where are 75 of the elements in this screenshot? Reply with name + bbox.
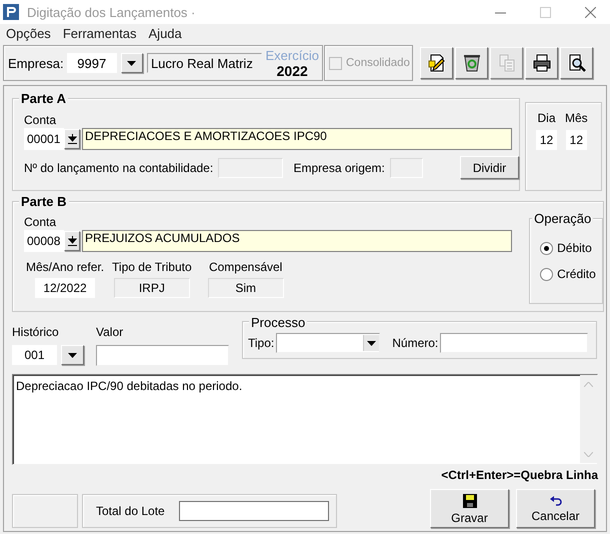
conta-label: Conta	[24, 113, 56, 127]
exercicio-label: Exercício	[265, 48, 319, 62]
lookup-button[interactable]	[64, 231, 80, 251]
dropdown-arrow-icon	[367, 340, 376, 346]
ref-field[interactable]: 12/2022	[35, 278, 96, 298]
total-label: Total do Lote	[96, 504, 165, 518]
parte-a-title: Parte A	[19, 91, 68, 106]
lookup-button[interactable]	[64, 129, 80, 149]
processo-title: Processo	[249, 315, 308, 330]
numero-field[interactable]	[440, 333, 588, 353]
tributo-field: IRPJ	[114, 278, 190, 298]
radio-label: Débito	[557, 241, 592, 255]
conta-code-field[interactable]: 00001	[24, 128, 64, 150]
empresa-origem-label: Empresa origem:	[294, 160, 385, 174]
empresa-origem-field[interactable]	[390, 158, 424, 178]
recycle-bin-icon	[462, 53, 482, 73]
dropdown-button[interactable]	[61, 345, 84, 365]
conta-code-field[interactable]: 00008	[24, 230, 64, 252]
mes-field[interactable]: 12	[566, 130, 587, 150]
toolbar-button[interactable]	[455, 47, 488, 79]
menu-item[interactable]: Opções	[6, 26, 51, 40]
copy-icon	[496, 53, 516, 73]
total-field[interactable]	[178, 501, 329, 521]
gravar-button[interactable]: Gravar	[430, 489, 509, 528]
conta-name-field: PREJUIZOS ACUMULADOS	[82, 230, 512, 252]
valor-label: Valor	[96, 325, 124, 339]
close-icon[interactable]	[585, 6, 596, 18]
empresa-name-field: Lucro Real Matriz	[146, 53, 262, 73]
menu-item[interactable]: Ajuda	[148, 26, 182, 40]
printer-icon	[532, 53, 552, 73]
window-title: Digitação dos Lançamentos ·	[27, 4, 196, 20]
numero-label: Número:	[392, 336, 438, 350]
toolbar-button[interactable]	[420, 47, 453, 79]
historico-text: Depreciacao IPC/90 debitadas no periodo.	[15, 378, 244, 393]
dividir-button[interactable]: Dividir	[460, 156, 519, 179]
historico-label: Histórico	[12, 325, 60, 339]
download-arrow-icon	[68, 134, 76, 144]
dia-label: Dia	[537, 111, 556, 125]
toolbar-button[interactable]	[560, 47, 593, 79]
lancamento-label: Nº do lançamento na contabilidade:	[24, 160, 214, 174]
conta-name-field: DEPRECIACOES E AMORTIZACOES IPC90	[82, 128, 512, 150]
compensavel-label: Compensável	[208, 260, 282, 274]
exercicio-year: 2022	[276, 62, 308, 78]
tributo-label: Tipo de Tributo	[112, 260, 192, 274]
operacao-title: Operação	[532, 211, 594, 226]
parte-b-title: Parte B	[19, 194, 69, 209]
status-panel	[12, 494, 78, 528]
app-icon	[3, 4, 19, 20]
valor-field[interactable]	[96, 345, 229, 366]
empresa-label: Empresa:	[8, 56, 64, 70]
cancelar-button[interactable]: Cancelar	[516, 489, 595, 528]
download-arrow-icon	[68, 236, 76, 246]
tipo-dropdown[interactable]	[276, 333, 380, 353]
radio-button[interactable]	[540, 242, 554, 254]
ref-label: Mês/Ano refer.	[26, 260, 104, 274]
document-pencil-icon	[426, 53, 446, 73]
dropdown-arrow-icon	[68, 352, 77, 358]
undo-arrow-icon	[548, 496, 562, 506]
menu-item[interactable]: Ferramentas	[62, 26, 137, 40]
lancamento-field[interactable]	[218, 158, 282, 178]
mes-label: Mês	[565, 111, 588, 125]
tipo-label: Tipo:	[248, 336, 274, 350]
consolidado-label: Consolidado	[346, 57, 410, 69]
dia-field[interactable]: 12	[536, 130, 557, 150]
radio-button[interactable]	[540, 268, 554, 280]
compensavel-field: Sim	[208, 278, 284, 298]
radio-label: Crédito	[557, 267, 596, 281]
historico-code-field[interactable]: 001	[12, 345, 57, 365]
empresa-code-field[interactable]: 9997	[66, 53, 117, 73]
dropdown-button[interactable]	[120, 53, 143, 73]
conta-label: Conta	[24, 215, 58, 229]
dropdown-arrow-icon	[127, 60, 136, 66]
shortcut-hint: <Ctrl+Enter>=Quebra Linha	[441, 468, 598, 482]
toolbar-button[interactable]	[525, 47, 558, 79]
magnifier-document-icon	[566, 53, 586, 73]
